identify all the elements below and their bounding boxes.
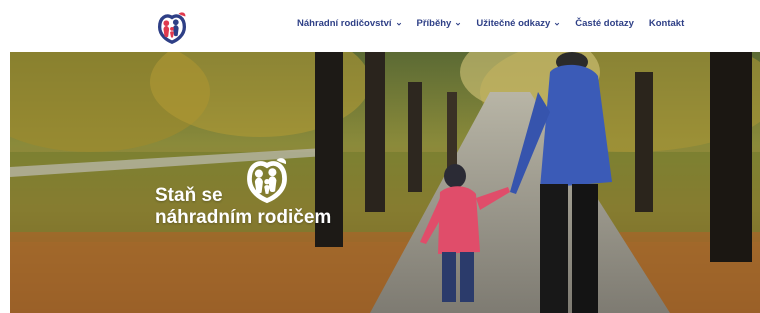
nav-item-label: Kontakt (648, 18, 685, 29)
nav-item-label: Časté dotazy (575, 18, 634, 29)
nav-item-label: Náhradní rodičovství (297, 18, 392, 29)
hero-title-line-1: Staň se (155, 185, 223, 206)
nav-item-label: Příběhy (416, 18, 452, 29)
chevron-down-icon (555, 22, 560, 26)
hero-background-image (10, 52, 760, 313)
chevron-down-icon (456, 22, 461, 26)
family-heart-logo[interactable] (153, 8, 191, 46)
hero-title-line-2: náhradním rodičem (155, 207, 332, 228)
main-nav: Náhradní rodičovství Příběhy Užitečné od… (297, 18, 684, 29)
hero-title: Staň se náhradním rodičem (155, 185, 331, 229)
nav-item-uzitecne-odkazy[interactable]: Užitečné odkazy (476, 18, 560, 29)
nav-item-nahradni-rodicovstvi[interactable]: Náhradní rodičovství (297, 18, 402, 29)
hero-banner: Staň se náhradním rodičem (10, 52, 760, 313)
chevron-down-icon (396, 22, 401, 26)
nav-item-caste-dotazy[interactable]: Časté dotazy (575, 18, 634, 29)
site-header: Náhradní rodičovství Příběhy Užitečné od… (0, 0, 760, 52)
nav-item-pribehy[interactable]: Příběhy (417, 18, 462, 29)
nav-item-label: Užitečné odkazy (476, 18, 551, 29)
nav-item-kontakt[interactable]: Kontakt (649, 18, 684, 29)
